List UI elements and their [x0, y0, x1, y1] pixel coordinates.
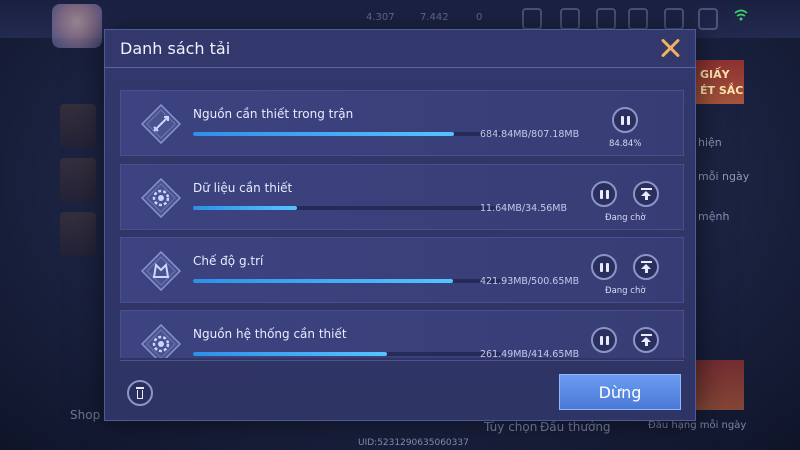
gear-icon — [141, 324, 181, 358]
resource-value-2: 7.442 — [420, 12, 449, 23]
download-size: 261.49MB/414.65MB — [480, 349, 580, 358]
wifi-icon — [734, 9, 748, 21]
priority-arrow-icon — [641, 188, 652, 190]
add-icon — [522, 8, 542, 30]
download-progress-bar — [193, 132, 501, 136]
download-item-name: Chế độ g.trí — [193, 254, 264, 268]
banner-line-1: GIẤY — [700, 68, 730, 81]
download-item-name: Dữ liệu cần thiết — [193, 181, 293, 195]
bottom-menu-ranked: Đấu hạng mỗi ngày — [648, 420, 747, 431]
priority-arrow-icon — [641, 334, 652, 336]
bag-icon — [596, 8, 616, 30]
mail-icon — [628, 8, 648, 30]
download-size: 11.64MB/34.56MB — [480, 203, 568, 214]
battle-resource-icon — [141, 104, 181, 144]
pause-button[interactable] — [591, 181, 617, 207]
right-menu-item-2: mỗi ngày — [698, 170, 750, 183]
entertainment-mode-icon — [141, 251, 181, 291]
priority-arrow-stem — [645, 268, 648, 273]
gear-icon — [141, 178, 181, 218]
download-item: Dữ liệu cần thiết 11.64MB/34.56MB Đang c… — [120, 164, 684, 230]
download-item: Nguồn hệ thống cần thiết 261.49MB/414.65… — [120, 310, 684, 358]
shop-label: Shop — [70, 408, 101, 422]
download-list[interactable]: Nguồn cần thiết trong trận 684.84MB/807.… — [120, 88, 684, 358]
download-progress-fill — [193, 132, 455, 136]
download-progress-fill — [193, 352, 388, 356]
download-size: 684.84MB/807.18MB — [480, 129, 580, 140]
download-progress-bar — [193, 206, 501, 210]
dialog-title: Danh sách tải — [120, 39, 231, 58]
trash-can — [137, 390, 143, 399]
player-uid: UID:5231290635060337 — [358, 438, 469, 448]
download-progress-fill — [193, 206, 297, 210]
download-progress-bar — [193, 279, 501, 283]
side-portrait-1 — [60, 104, 96, 148]
pause-button[interactable] — [591, 254, 617, 280]
download-progress-fill — [193, 279, 453, 283]
priority-arrow-icon — [641, 261, 652, 263]
stop-button[interactable]: Dừng — [559, 374, 681, 410]
download-status: Đang chờ — [605, 213, 646, 223]
right-menu-item-1: hiện — [698, 136, 722, 149]
player-avatar — [52, 4, 102, 48]
pause-button[interactable] — [591, 327, 617, 353]
download-item-name: Nguồn hệ thống cần thiết — [193, 327, 347, 341]
side-portrait-3 — [60, 212, 96, 256]
download-item-name: Nguồn cần thiết trong trận — [193, 107, 354, 121]
banner-line-2: ÉT SẮC — [700, 84, 744, 97]
dialog-header: Danh sách tải — [105, 30, 695, 68]
footer-divider — [120, 360, 684, 361]
bottom-menu-options: Tùy chọn — [484, 420, 538, 434]
prioritize-button[interactable] — [633, 254, 659, 280]
download-progress-bar — [193, 352, 501, 356]
prioritize-button[interactable] — [633, 181, 659, 207]
resource-value-3: 0 — [476, 12, 483, 23]
prioritize-button[interactable] — [633, 327, 659, 353]
close-icon[interactable] — [659, 36, 683, 60]
bottom-menu-reward: Đấu thưởng — [540, 420, 611, 434]
resource-value-1: 4.307 — [366, 12, 395, 23]
event-banner — [694, 60, 744, 104]
gear-icon — [664, 8, 684, 30]
download-item: Chế độ g.trí 421.93MB/500.65MB Đang chờ — [120, 237, 684, 303]
priority-arrow-stem — [645, 341, 648, 346]
right-menu-item-3: mệnh — [698, 210, 730, 223]
pause-button[interactable] — [612, 107, 638, 133]
trash-icon[interactable] — [127, 380, 153, 406]
download-status: Đang chờ — [605, 286, 646, 296]
side-portrait-2 — [60, 158, 96, 202]
priority-arrow-stem — [645, 195, 648, 200]
download-size: 421.93MB/500.65MB — [480, 276, 580, 287]
settings-shortcut-icon — [560, 8, 580, 30]
menu-icon — [698, 8, 718, 30]
trash-lid — [136, 387, 144, 389]
download-item: Nguồn cần thiết trong trận 684.84MB/807.… — [120, 90, 684, 156]
side-event-banner — [694, 360, 744, 410]
download-list-dialog: Danh sách tải Nguồn cần thiết trong trận… — [104, 29, 696, 421]
download-status: 84.84% — [609, 139, 642, 149]
